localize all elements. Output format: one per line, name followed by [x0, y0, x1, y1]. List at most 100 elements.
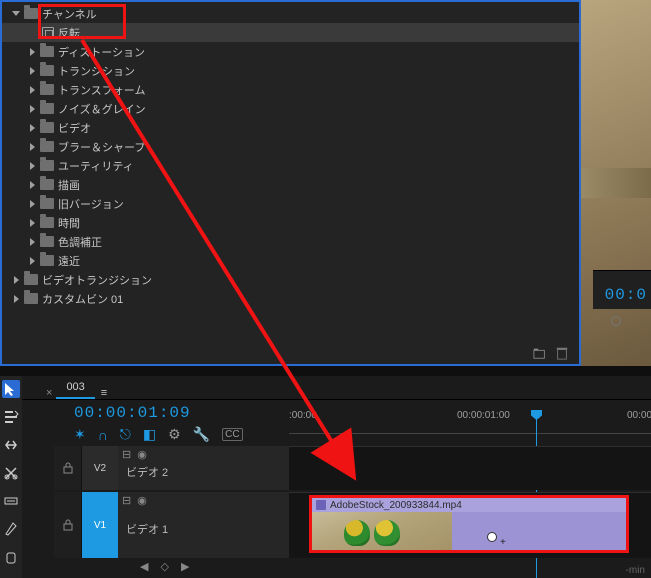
disclosure-arrow-icon[interactable]: [28, 143, 36, 151]
disclosure-arrow-icon[interactable]: [12, 295, 20, 303]
category-label: カスタムビン 01: [42, 291, 123, 307]
preset-invert[interactable]: 反転: [2, 23, 579, 42]
folder-icon: [40, 84, 54, 95]
disclosure-arrow-icon[interactable]: [28, 219, 36, 227]
disclosure-arrow-icon[interactable]: [28, 181, 36, 189]
disclosure-arrow-icon[interactable]: [12, 276, 20, 284]
folder-icon: [24, 293, 38, 304]
timeline-timecode[interactable]: 00:00:01:09: [74, 404, 191, 422]
wrench-icon[interactable]: 🔧: [193, 426, 210, 443]
track-visibility-icon[interactable]: ◉: [137, 494, 147, 507]
category-channel[interactable]: チャンネル: [2, 4, 579, 23]
disclosure-arrow-icon[interactable]: [28, 67, 36, 75]
prev-keyframe-icon[interactable]: ◀: [140, 560, 148, 573]
hand-tool[interactable]: [2, 548, 20, 566]
track-v1: V1 ⊟ ◉ ビデオ 1 AdobeStock_200933844.mp4: [54, 492, 651, 558]
marker-icon[interactable]: ◧: [143, 426, 156, 443]
selection-tool[interactable]: [2, 380, 20, 398]
snap-icon[interactable]: ✶: [74, 426, 86, 443]
category-label: 描画: [58, 177, 80, 193]
disclosure-arrow-icon[interactable]: [28, 238, 36, 246]
trash-icon[interactable]: [555, 346, 569, 360]
category-utility[interactable]: ユーティリティ: [2, 156, 579, 175]
settings-icon[interactable]: ⚙: [168, 426, 181, 443]
category-color-correction[interactable]: 色調補正: [2, 232, 579, 251]
track-body-v1[interactable]: AdobeStock_200933844.mp4 +: [289, 492, 651, 558]
track-output-icon[interactable]: ⊟: [122, 448, 131, 461]
category-video[interactable]: ビデオ: [2, 118, 579, 137]
cc-icon[interactable]: CC: [222, 428, 242, 441]
custom-bin-01[interactable]: カスタムビン 01: [2, 289, 579, 308]
track-target-v1[interactable]: V1: [82, 492, 118, 558]
time-ruler[interactable]: :00:00 00:00:01:00 00:00:02:0: [289, 410, 651, 434]
category-label: 遠近: [58, 253, 80, 269]
category-noise-grain[interactable]: ノイズ＆グレイン: [2, 99, 579, 118]
folder-icon: [40, 122, 54, 133]
category-label: 色調補正: [58, 234, 102, 250]
category-legacy[interactable]: 旧バージョン: [2, 194, 579, 213]
category-label: チャンネル: [42, 6, 97, 22]
plus-badge-icon: +: [500, 537, 506, 548]
category-distortion[interactable]: ディストーション: [2, 42, 579, 61]
category-video-transitions[interactable]: ビデオトランジション: [2, 270, 579, 289]
ruler-label: :00:00: [289, 410, 317, 421]
disclosure-arrow-icon[interactable]: [28, 124, 36, 132]
lock-toggle[interactable]: [54, 446, 82, 490]
track-body-v2[interactable]: [289, 446, 651, 490]
lock-toggle[interactable]: [54, 492, 82, 558]
folder-icon: [40, 255, 54, 266]
disclosure-arrow-icon[interactable]: [28, 105, 36, 113]
disclosure-arrow-icon[interactable]: [28, 48, 36, 56]
category-time[interactable]: 時間: [2, 213, 579, 232]
pager-dot-icon[interactable]: [611, 316, 621, 326]
category-label: 旧バージョン: [58, 196, 124, 212]
magnet-icon[interactable]: ∩: [98, 427, 108, 443]
folder-icon: [40, 103, 54, 114]
disclosure-arrow-icon[interactable]: [28, 86, 36, 94]
category-label: ビデオトランジション: [42, 272, 152, 288]
category-draw[interactable]: 描画: [2, 175, 579, 194]
new-bin-icon[interactable]: [533, 346, 547, 360]
clip-adobestock[interactable]: AdobeStock_200933844.mp4 +: [309, 495, 629, 553]
disclosure-arrow-icon[interactable]: [28, 162, 36, 170]
razor-tool[interactable]: [2, 464, 20, 482]
add-keyframe-icon[interactable]: ◇: [160, 560, 168, 573]
panel-menu-icon[interactable]: ≡: [95, 387, 113, 399]
slip-tool[interactable]: [2, 492, 20, 510]
next-keyframe-icon[interactable]: ▶: [181, 560, 189, 573]
track-select-tool[interactable]: [2, 408, 20, 426]
folder-icon: [40, 46, 54, 57]
timeline-toolbar: ✶ ∩ ⎋ ◧ ⚙ 🔧 CC: [74, 426, 243, 443]
folder-icon: [40, 236, 54, 247]
track-output-icon[interactable]: ⊟: [122, 494, 131, 507]
track-name[interactable]: ビデオ 1: [126, 521, 168, 537]
panel-divider[interactable]: [0, 366, 651, 376]
disclosure-arrow-icon[interactable]: [28, 200, 36, 208]
clip-thumbnail: [312, 512, 452, 550]
effects-panel: チャンネル 反転 ディストーション トランジション トランスフォーム: [0, 0, 581, 366]
track-name[interactable]: ビデオ 2: [126, 464, 168, 480]
keyframe-nav: ◀ ◇ ▶: [140, 560, 189, 573]
pen-tool[interactable]: [2, 520, 20, 538]
folder-icon: [24, 8, 38, 19]
disclosure-arrow-icon[interactable]: [28, 257, 36, 265]
category-blur-sharpen[interactable]: ブラー＆シャープ: [2, 137, 579, 156]
category-transition[interactable]: トランジション: [2, 61, 579, 80]
category-transform[interactable]: トランスフォーム: [2, 80, 579, 99]
folder-icon: [40, 217, 54, 228]
preset-icon: [42, 27, 54, 39]
category-perspective[interactable]: 遠近: [2, 251, 579, 270]
tab-close-icon[interactable]: ×: [42, 387, 56, 399]
preset-label: 反転: [58, 25, 80, 41]
linked-selection-icon[interactable]: ⎋: [120, 426, 131, 443]
folder-icon: [40, 198, 54, 209]
ripple-edit-tool[interactable]: [2, 436, 20, 454]
track-target-v2[interactable]: V2: [82, 446, 118, 490]
ruler-label: 00:00:01:00: [457, 410, 510, 421]
sequence-tab[interactable]: 003: [56, 377, 94, 399]
track-visibility-icon[interactable]: ◉: [137, 448, 147, 461]
disclosure-arrow-icon[interactable]: [12, 10, 20, 18]
track-v2: V2 ⊟ ◉ ビデオ 2: [54, 446, 651, 490]
timeline-panel: × 003 ≡ 00:00:01:09 ✶ ∩ ⎋ ◧ ⚙ 🔧 CC :00:0…: [22, 376, 651, 578]
tool-column: [0, 376, 22, 578]
